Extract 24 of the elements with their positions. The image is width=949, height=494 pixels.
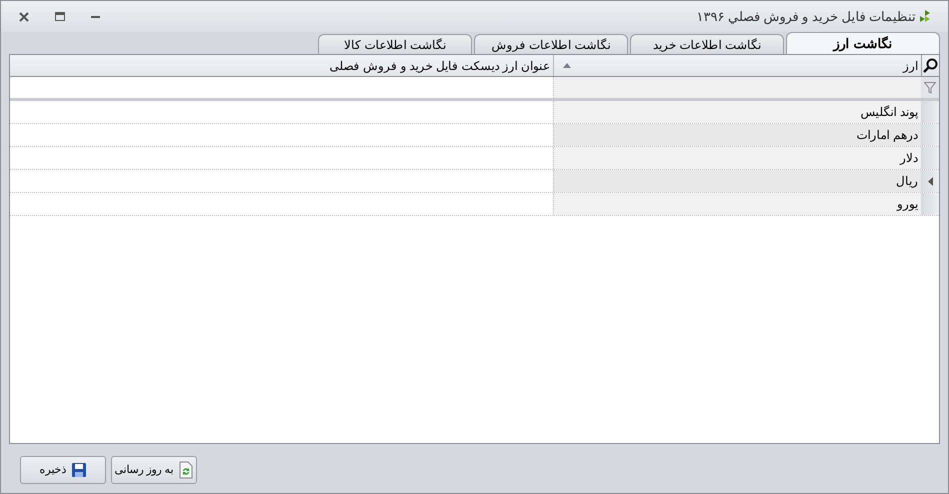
search-icon[interactable] <box>922 58 938 74</box>
filter-icon[interactable] <box>924 82 936 94</box>
save-button[interactable]: ذخیره <box>20 456 106 484</box>
table-cell-text: درهم امارات <box>856 127 918 144</box>
table-cell-text: پوند انگلیس <box>860 104 918 121</box>
close-icon[interactable] <box>19 12 29 22</box>
table-cell-text: یورو <box>897 196 918 213</box>
refresh-document-icon <box>178 461 194 479</box>
column-header[interactable]: ارز <box>553 55 921 76</box>
sort-ascending-icon <box>563 63 571 68</box>
window-title: تنظیمات فایل خرید و فروش فصلي ۱۳۹۶ <box>696 8 916 26</box>
refresh-button[interactable]: به روز رسانی <box>111 456 197 484</box>
maximize-icon[interactable] <box>55 12 65 21</box>
tab[interactable]: نگاشت اطلاعات کالا <box>318 34 472 54</box>
table-cell-text: ریال <box>896 173 918 190</box>
current-row-icon <box>928 176 932 186</box>
filter-field[interactable] <box>553 77 921 98</box>
tab[interactable]: نگاشت اطلاعات فروش <box>474 34 628 54</box>
row-indicator[interactable] <box>921 170 939 192</box>
tab[interactable]: نگاشت ارز <box>786 32 940 54</box>
column-header[interactable]: عنوان ارز دیسکت فایل خرید و فروش فصلی <box>10 55 553 76</box>
tab[interactable]: نگاشت اطلاعات خرید <box>630 34 784 54</box>
table-cell-text: دلار <box>900 150 918 167</box>
minimize-icon[interactable] <box>91 15 100 18</box>
